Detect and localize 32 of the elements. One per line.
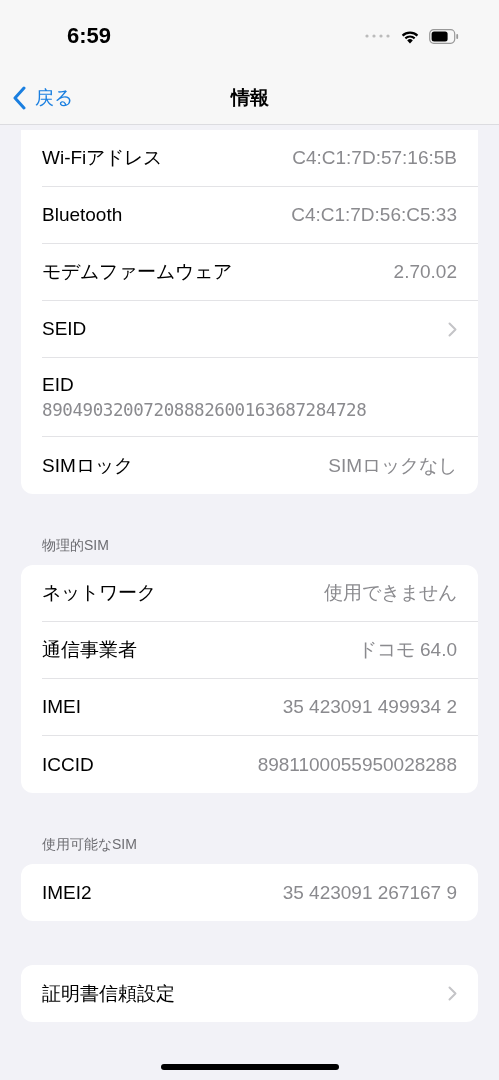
row-value: 8981100055950028288 <box>257 753 457 776</box>
row-value: 使用できません <box>324 581 457 605</box>
battery-icon <box>429 28 459 44</box>
row-value: C4:C1:7D:57:16:5B <box>292 147 457 169</box>
chevron-right-icon <box>448 986 457 1001</box>
row-label: IMEI2 <box>42 881 92 904</box>
signal-icon <box>365 34 391 38</box>
section-header: 物理的SIM <box>41 536 110 555</box>
row-label: Bluetooth <box>42 204 123 226</box>
row-value: ドコモ 64.0 <box>357 638 457 662</box>
row-label: EID <box>42 374 74 396</box>
chevron-right-icon <box>448 321 457 337</box>
chevron-left-icon <box>12 86 26 110</box>
row-value: C4:C1:7D:56:C5:33 <box>291 204 457 226</box>
row-value: 35 423091 267167 9 <box>282 881 457 904</box>
row-label: 証明書信頼設定 <box>42 981 175 1006</box>
row-label: ネットワーク <box>42 581 156 605</box>
status-time: 6:59 <box>67 23 112 49</box>
row-label: 通信事業者 <box>42 638 137 662</box>
row-label: モデムファームウェア <box>42 260 232 284</box>
page-title: 情報 <box>230 86 269 110</box>
row-label: IMEI <box>42 696 82 718</box>
row-value: SIMロックなし <box>328 453 457 478</box>
back-button[interactable]: 戻る <box>0 85 73 111</box>
row-label: SIMロック <box>42 453 133 478</box>
row-value: 2.70.02 <box>393 261 457 283</box>
row-label: SEID <box>42 318 87 340</box>
row-label: Wi-Fiアドレス <box>42 146 163 170</box>
section-header: 使用可能なSIM <box>41 835 138 854</box>
row-value: 35 423091 499934 2 <box>282 696 457 718</box>
row-label: ICCID <box>42 753 94 776</box>
row-value: 89049032007208882600163687284728 <box>42 400 367 420</box>
